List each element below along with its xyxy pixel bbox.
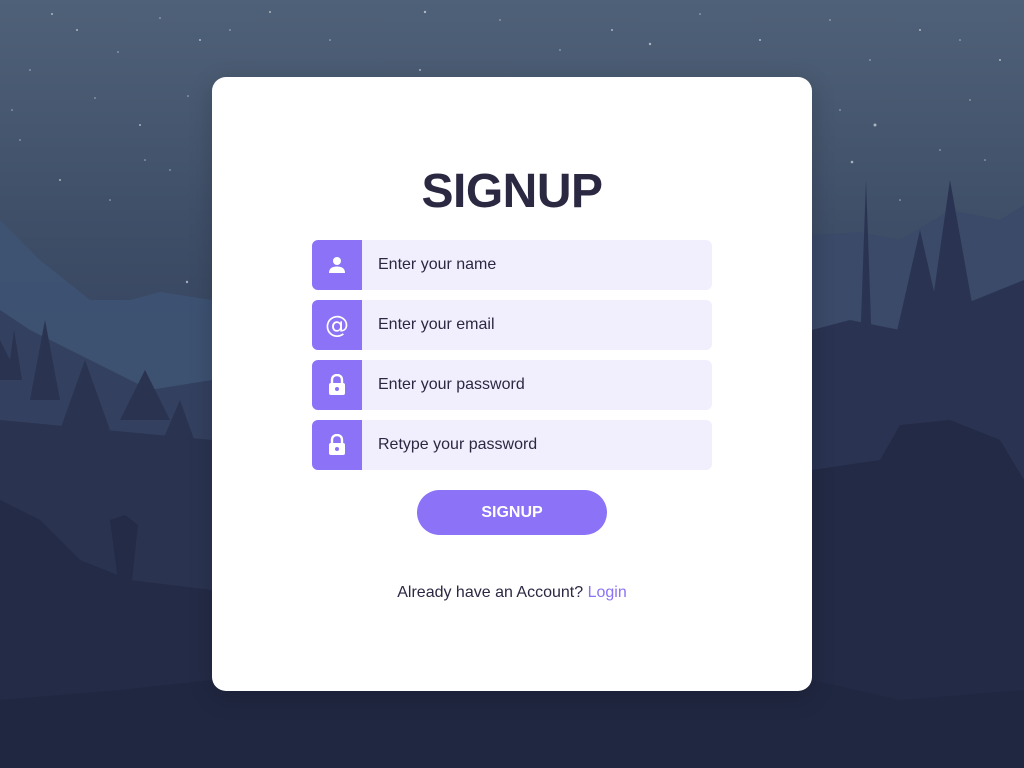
email-input[interactable]	[362, 300, 712, 350]
name-field	[312, 240, 712, 290]
password-field	[312, 360, 712, 410]
signup-card: SIGNUP @	[212, 77, 812, 691]
login-prompt: Already have an Account? Login	[212, 584, 812, 602]
lock-icon	[312, 420, 362, 470]
lock-icon	[312, 360, 362, 410]
user-icon	[312, 240, 362, 290]
page-title: SIGNUP	[421, 165, 603, 218]
retype-password-input[interactable]	[362, 420, 712, 470]
signup-button[interactable]: SIGNUP	[417, 490, 607, 535]
login-link[interactable]: Login	[588, 584, 627, 601]
login-prompt-text: Already have an Account?	[397, 584, 584, 601]
email-field: @	[312, 300, 712, 350]
password-input[interactable]	[362, 360, 712, 410]
name-input[interactable]	[362, 240, 712, 290]
at-icon: @	[312, 300, 362, 350]
retype-password-field	[312, 420, 712, 470]
